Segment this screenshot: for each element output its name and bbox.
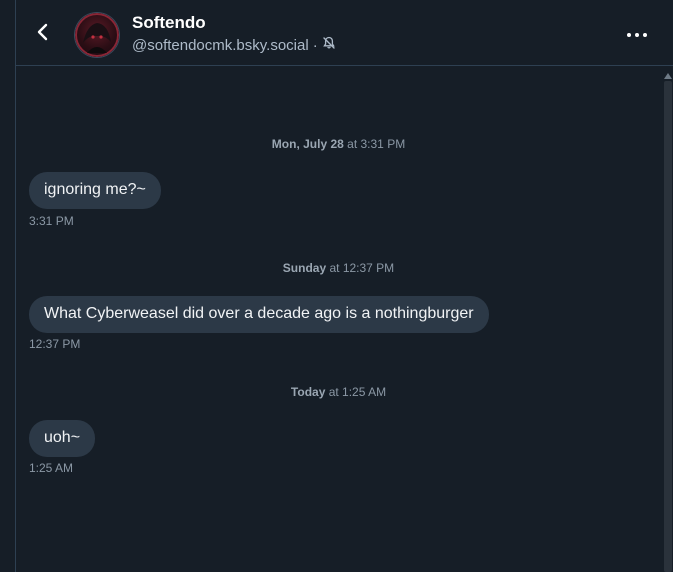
- message-bubble[interactable]: What Cyberweasel did over a decade ago i…: [29, 296, 489, 333]
- scrollbar-thumb[interactable]: [664, 81, 672, 572]
- date-day: Mon, July 28: [271, 137, 344, 151]
- chevron-left-icon: [36, 23, 50, 46]
- back-button[interactable]: [30, 20, 56, 48]
- date-time: at 12:37 PM: [326, 261, 395, 275]
- more-options-button[interactable]: [624, 22, 650, 46]
- conversation-header: Softendo @softendocmk.bsky.social ·: [16, 0, 673, 66]
- message-timestamp: 1:25 AM: [29, 461, 74, 475]
- separator: ·: [312, 36, 318, 54]
- message-bubble[interactable]: uoh~: [29, 420, 96, 457]
- date-day: Sunday: [282, 261, 327, 275]
- date-time: at 3:31 PM: [343, 137, 406, 151]
- handle-row: @softendocmk.bsky.social ·: [132, 36, 336, 54]
- date-day: Today: [290, 385, 326, 399]
- ellipsis-icon: [626, 25, 648, 43]
- message-bubble[interactable]: ignoring me?~: [29, 172, 161, 209]
- date-separator: Mon, July 28 at 3:31 PM: [16, 137, 661, 151]
- conversation-pane: Softendo @softendocmk.bsky.social · Mon,…: [16, 0, 673, 572]
- handle[interactable]: @softendocmk.bsky.social: [132, 37, 309, 54]
- message-timestamp: 3:31 PM: [29, 214, 74, 228]
- date-separator: Sunday at 12:37 PM: [16, 261, 661, 275]
- bell-slash-icon: [322, 36, 336, 54]
- avatar[interactable]: [75, 13, 119, 57]
- message-timestamp: 12:37 PM: [29, 337, 81, 351]
- scroll-up-arrow-icon[interactable]: [664, 73, 672, 79]
- date-separator: Today at 1:25 AM: [16, 385, 661, 399]
- display-name[interactable]: Softendo: [132, 13, 206, 33]
- left-sidebar-edge: [0, 0, 16, 572]
- scrollbar[interactable]: [661, 67, 673, 572]
- date-time: at 1:25 AM: [325, 385, 387, 399]
